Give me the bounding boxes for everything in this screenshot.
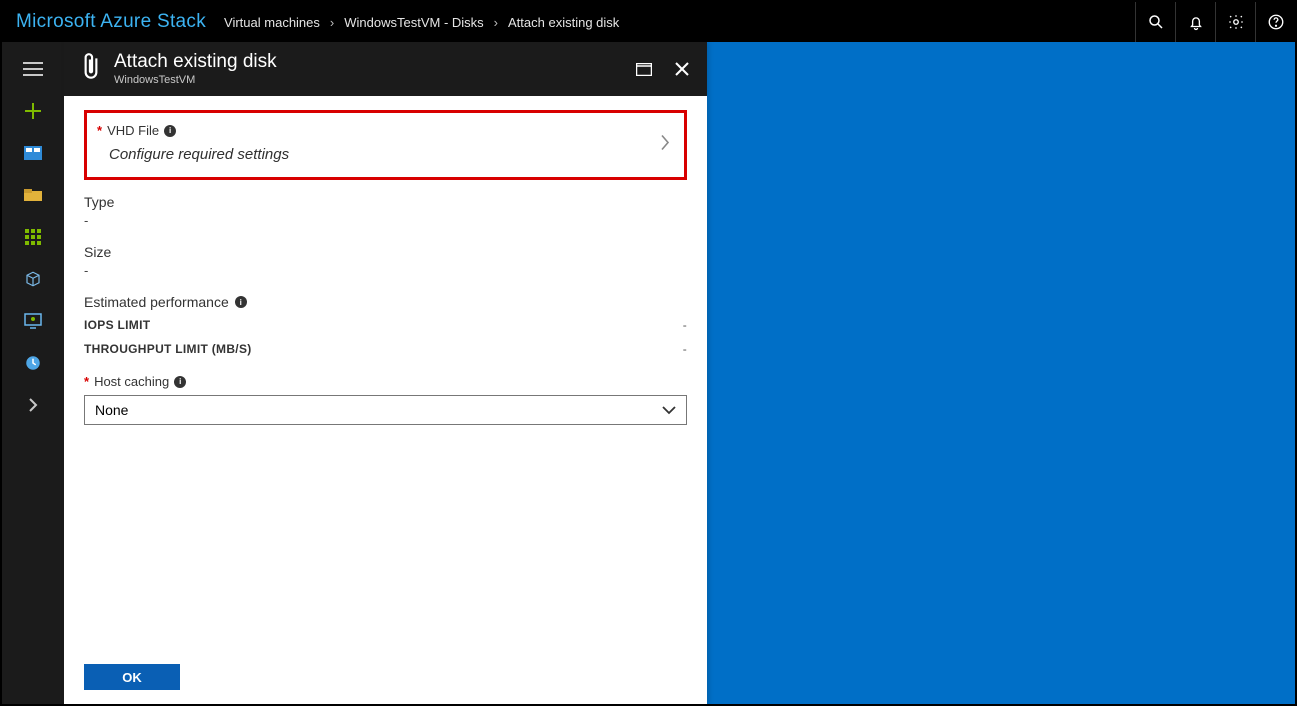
iops-limit-row: IOPS LIMIT - [84, 318, 687, 332]
size-field: Size - [84, 244, 687, 278]
workspace: Attach existing disk WindowsTestVM * VHD… [64, 42, 1295, 704]
iops-limit-value: - [683, 318, 687, 332]
brand-label[interactable]: Microsoft Azure Stack [16, 11, 206, 33]
sidebar-hamburger[interactable] [2, 48, 64, 90]
blade-title: Attach existing disk [114, 51, 277, 74]
throughput-limit-row: THROUGHPUT LIMIT (MB/S) - [84, 342, 687, 356]
host-caching-dropdown[interactable]: None [84, 395, 687, 425]
search-button[interactable] [1135, 2, 1175, 42]
vhd-file-label: VHD File [107, 123, 159, 138]
hamburger-icon [23, 61, 43, 77]
chevron-right-icon: › [494, 15, 498, 30]
folder-icon [24, 189, 42, 201]
gear-icon [1227, 13, 1245, 31]
top-header: Microsoft Azure Stack Virtual machines ›… [2, 2, 1295, 42]
blade-subtitle: WindowsTestVM [114, 74, 277, 87]
size-value: - [84, 263, 687, 278]
sidebar-all-resources[interactable] [2, 216, 64, 258]
attachment-icon [78, 52, 104, 87]
required-asterisk: * [84, 374, 89, 389]
chevron-right-icon: › [330, 15, 334, 30]
help-button[interactable] [1255, 2, 1295, 42]
cube-icon [24, 270, 42, 288]
close-button[interactable] [665, 52, 699, 86]
blade-header: Attach existing disk WindowsTestVM [64, 42, 707, 96]
sidebar-recent[interactable] [2, 342, 64, 384]
plus-icon [23, 101, 43, 121]
sidebar-cube[interactable] [2, 258, 64, 300]
left-sidebar [2, 42, 64, 704]
ok-button[interactable]: OK [84, 664, 180, 690]
vhd-file-selector[interactable]: * VHD File i Configure required settings [84, 110, 687, 180]
type-value: - [84, 213, 687, 228]
maximize-button[interactable] [627, 52, 661, 86]
host-caching-label: Host caching [94, 374, 169, 389]
blade-footer: OK [64, 652, 707, 704]
throughput-limit-label: THROUGHPUT LIMIT (MB/S) [84, 342, 252, 356]
throughput-limit-value: - [683, 342, 687, 356]
header-actions [1135, 2, 1295, 42]
size-label: Size [84, 244, 687, 260]
chevron-down-icon [662, 402, 676, 418]
attach-existing-disk-blade: Attach existing disk WindowsTestVM * VHD… [64, 42, 707, 704]
info-icon[interactable]: i [235, 296, 247, 308]
sidebar-resource-groups[interactable] [2, 174, 64, 216]
sidebar-expand[interactable] [2, 384, 64, 426]
configure-required-settings-link[interactable]: Configure required settings [97, 146, 674, 163]
info-icon[interactable]: i [174, 376, 186, 388]
blade-body: * VHD File i Configure required settings… [64, 96, 707, 652]
help-icon [1267, 13, 1285, 31]
dashboard-icon [24, 146, 42, 160]
host-caching-field: * Host caching i None [84, 374, 687, 425]
host-caching-selected: None [95, 402, 128, 418]
chevron-right-icon [660, 135, 670, 156]
type-label: Type [84, 194, 687, 210]
monitor-icon [24, 313, 42, 329]
clock-icon [24, 354, 42, 372]
required-asterisk: * [97, 123, 102, 138]
breadcrumb-item-attach[interactable]: Attach existing disk [508, 15, 619, 30]
info-icon[interactable]: i [164, 125, 176, 137]
bell-icon [1187, 13, 1205, 31]
estimated-performance-heading: Estimated performance i [84, 294, 687, 310]
sidebar-monitor[interactable] [2, 300, 64, 342]
maximize-icon [636, 63, 652, 76]
breadcrumb: Virtual machines › WindowsTestVM - Disks… [224, 15, 619, 30]
grid-icon [25, 229, 41, 245]
breadcrumb-item-disks[interactable]: WindowsTestVM - Disks [344, 15, 483, 30]
sidebar-dashboard[interactable] [2, 132, 64, 174]
settings-button[interactable] [1215, 2, 1255, 42]
type-field: Type - [84, 194, 687, 228]
sidebar-new[interactable] [2, 90, 64, 132]
notifications-button[interactable] [1175, 2, 1215, 42]
search-icon [1147, 13, 1165, 31]
close-icon [675, 62, 689, 76]
iops-limit-label: IOPS LIMIT [84, 318, 150, 332]
breadcrumb-item-vm[interactable]: Virtual machines [224, 15, 320, 30]
chevron-right-icon [28, 398, 38, 412]
